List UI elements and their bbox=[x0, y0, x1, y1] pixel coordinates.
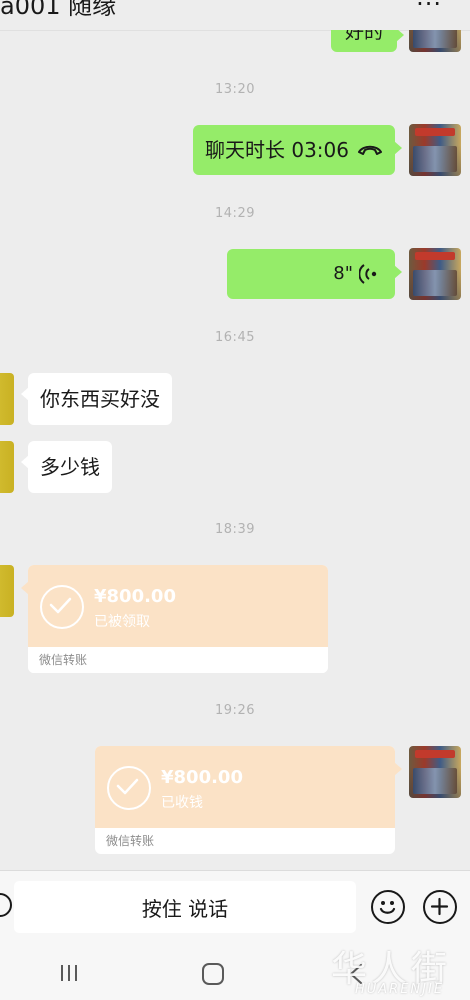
my-avatar[interactable] bbox=[409, 30, 461, 52]
my-avatar[interactable] bbox=[409, 746, 461, 798]
hold-to-talk-button[interactable]: 按住 说话 bbox=[14, 881, 356, 933]
message-text: 多少钱 bbox=[40, 455, 100, 479]
input-bar: 按住 说话 bbox=[0, 870, 470, 947]
timestamp: 18:39 bbox=[215, 522, 255, 537]
contact-avatar[interactable] bbox=[0, 373, 14, 425]
my-avatar[interactable] bbox=[409, 248, 461, 300]
transfer-label: 微信转账 bbox=[28, 647, 328, 673]
voice-duration: 8" bbox=[333, 263, 353, 284]
transfer-card-sent[interactable]: ¥800.00 已收钱 微信转账 bbox=[95, 746, 395, 854]
transfer-card-received[interactable]: ¥800.00 已被领取 微信转账 bbox=[21, 565, 328, 673]
more-dots-icon[interactable]: ··· bbox=[416, 0, 442, 18]
message-text: 好的 bbox=[345, 30, 384, 43]
message-list[interactable]: 好的 13:20 聊天时长 03:06 14:29 8" 16:45 你东西买好… bbox=[0, 30, 470, 870]
timestamp: 14:29 bbox=[215, 206, 255, 221]
transfer-label: 微信转账 bbox=[106, 834, 155, 848]
transfer-status: 已被领取 bbox=[94, 614, 150, 630]
voice-message-bubble[interactable]: 8" bbox=[227, 249, 402, 299]
call-record-bubble[interactable]: 聊天时长 03:06 bbox=[193, 125, 402, 175]
check-circle-icon bbox=[107, 766, 151, 810]
system-nav-bar bbox=[0, 946, 470, 1000]
message-text: 你东西买好没 bbox=[40, 387, 160, 411]
plus-icon[interactable] bbox=[423, 890, 457, 924]
transfer-card-body: ¥800.00 已收钱 bbox=[95, 746, 395, 828]
contact-avatar[interactable] bbox=[0, 441, 14, 493]
home-icon[interactable] bbox=[201, 962, 225, 986]
chat-header: a001 随缘 ··· bbox=[0, 0, 470, 31]
transfer-card-sent-wrap: ¥800.00 已收钱 微信转账 bbox=[95, 746, 402, 854]
emoji-icon[interactable] bbox=[371, 890, 405, 924]
transfer-amount: ¥800.00 bbox=[94, 586, 176, 607]
call-duration-text: 聊天时长 03:06 bbox=[205, 138, 349, 162]
recent-apps-icon[interactable] bbox=[58, 962, 80, 984]
message-bubble-received[interactable]: 多少钱 bbox=[21, 441, 112, 493]
transfer-amount: ¥800.00 bbox=[161, 767, 243, 788]
message-bubble-sent[interactable]: 好的 bbox=[331, 30, 405, 52]
my-avatar[interactable] bbox=[409, 124, 461, 176]
timestamp: 19:26 bbox=[215, 703, 255, 718]
check-circle-icon bbox=[40, 585, 84, 629]
chat-title: a001 随缘 bbox=[0, 0, 117, 20]
transfer-status: 已收钱 bbox=[161, 795, 203, 811]
transfer-card-body: ¥800.00 已被领取 bbox=[28, 565, 328, 647]
contact-avatar[interactable] bbox=[0, 565, 14, 617]
voice-wave-icon bbox=[359, 264, 377, 284]
phone-hangup-icon bbox=[358, 145, 382, 155]
voice-toggle-icon[interactable] bbox=[0, 893, 12, 917]
timestamp: 16:45 bbox=[215, 330, 255, 345]
message-bubble-received[interactable]: 你东西买好没 bbox=[21, 373, 172, 425]
back-icon[interactable] bbox=[346, 962, 366, 986]
timestamp: 13:20 bbox=[215, 82, 255, 97]
